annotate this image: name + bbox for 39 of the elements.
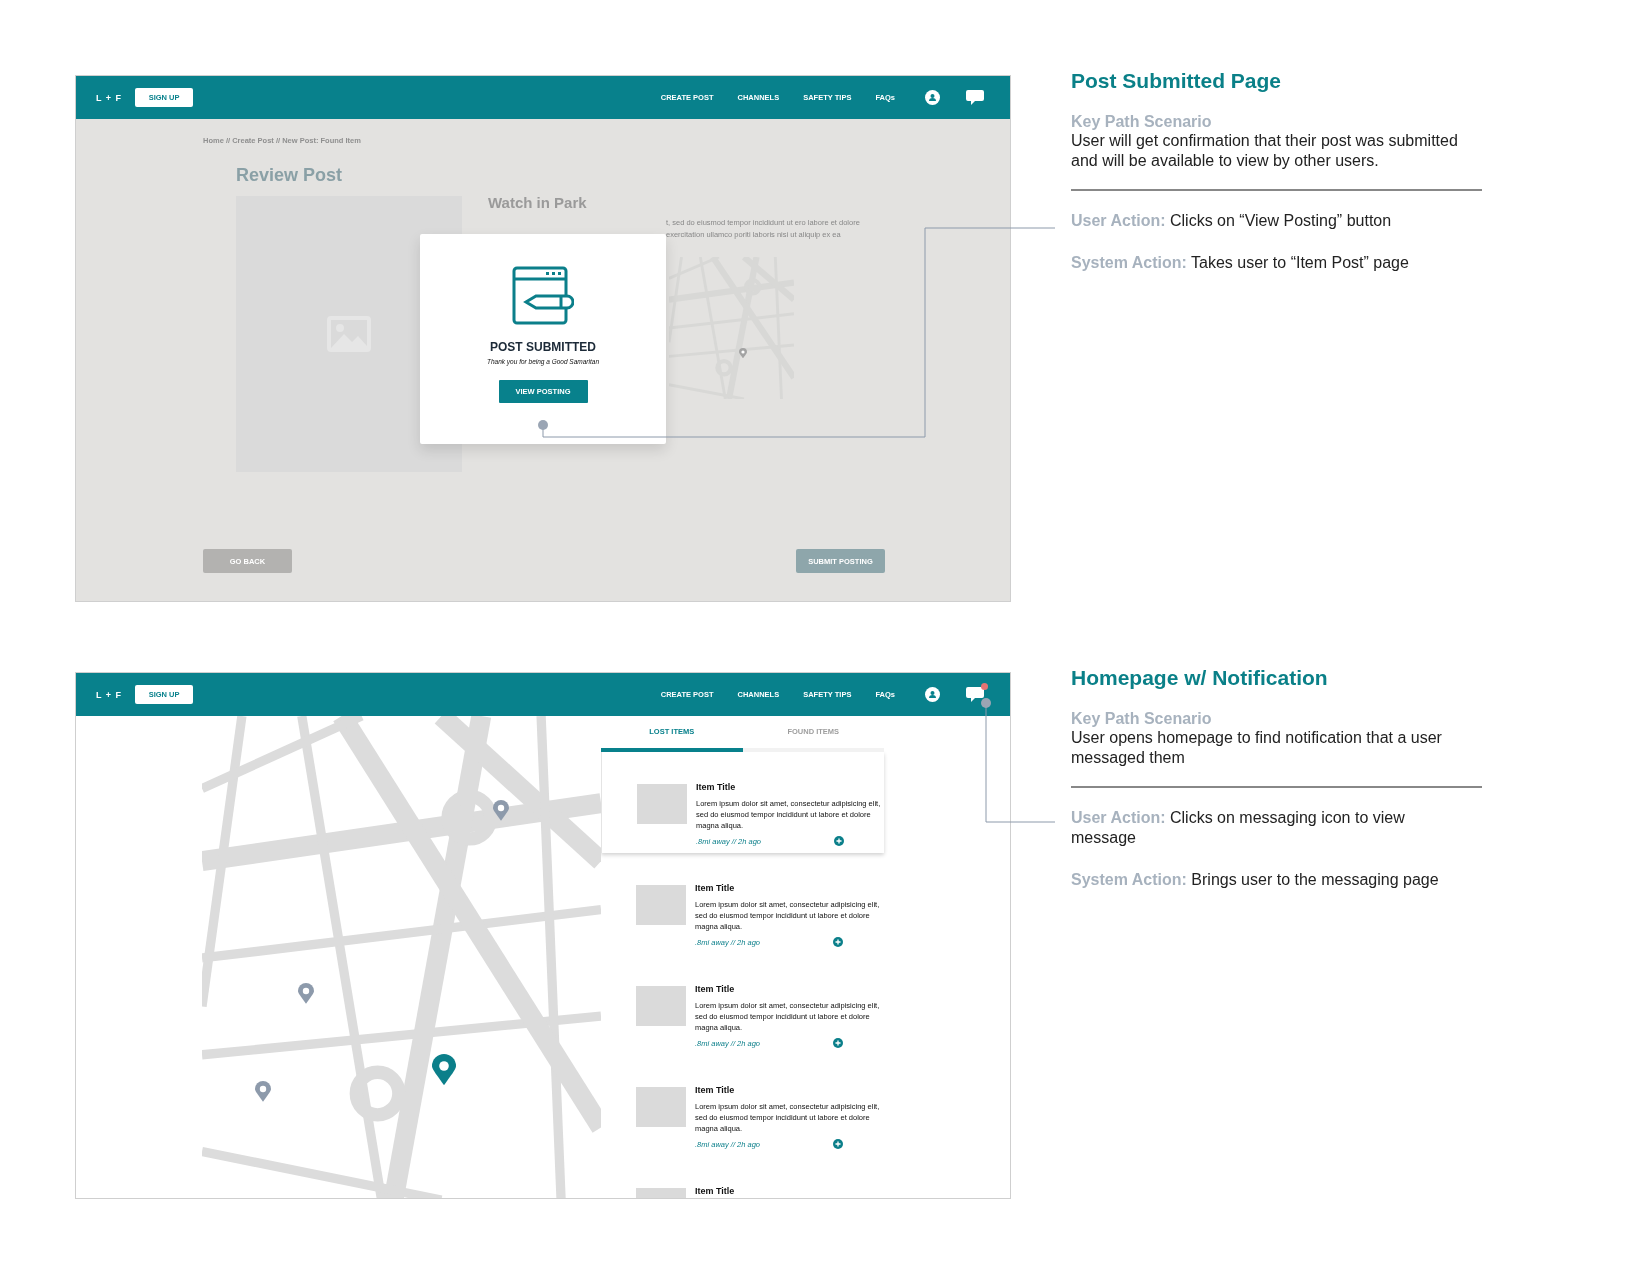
plus-icon[interactable]	[833, 1038, 843, 1048]
scenario-label: Key Path Scenario	[1071, 113, 1213, 131]
map-pin-icon	[298, 983, 314, 1004]
item-title: Item Title	[695, 1085, 736, 1095]
thumbnail-placeholder	[636, 885, 686, 925]
user-icon[interactable]	[925, 90, 940, 105]
thumbnail-placeholder	[636, 1087, 686, 1127]
thumbnail-placeholder	[637, 784, 687, 824]
logo[interactable]: L + F	[96, 92, 123, 103]
user-action-text: User Action: Clicks on “View Posting” button	[1071, 211, 1393, 231]
list-item[interactable]: Item Title	[601, 1156, 884, 1198]
item-title: Watch in Park	[488, 194, 588, 211]
item-title: Item Title	[696, 782, 737, 792]
item-title: Item Title	[695, 1186, 736, 1196]
system-action-text: System Action: Takes user to “Item Post” page	[1071, 253, 1410, 273]
scenario-text: User opens homepage to find notification that a user messaged them	[1071, 728, 1443, 768]
map-pin-icon	[739, 348, 747, 359]
map-pin-icon	[493, 800, 509, 821]
user-icon[interactable]	[925, 687, 940, 702]
item-title: Item Title	[695, 984, 736, 994]
logo[interactable]: L + F	[96, 689, 123, 700]
chat-icon[interactable]	[966, 686, 984, 703]
plus-icon[interactable]	[834, 836, 844, 846]
scenario-text: User will get confirmation that their post was submitted and will be available to view by other users.	[1071, 131, 1459, 171]
user-action-text: User Action: Clicks on messaging icon to view message	[1071, 808, 1406, 848]
page-title: Review Post	[236, 165, 344, 186]
chat-icon[interactable]	[966, 89, 984, 106]
thumbnail-placeholder	[636, 986, 686, 1026]
plus-icon[interactable]	[833, 937, 843, 947]
map-pin-icon	[432, 1054, 456, 1086]
scenario-label: Key Path Scenario	[1071, 710, 1213, 728]
item-title: Item Title	[695, 883, 736, 893]
map-pin-icon	[255, 1081, 271, 1102]
system-action-text: System Action: Brings user to the messaging page	[1071, 870, 1440, 890]
plus-icon[interactable]	[833, 1139, 843, 1149]
dialog-title: POST SUBMITTED	[490, 340, 596, 354]
section-heading: Post Submitted Page	[1071, 69, 1283, 93]
section-heading: Homepage w/ Notification	[1071, 666, 1329, 690]
browser-pencil-icon	[512, 266, 574, 326]
